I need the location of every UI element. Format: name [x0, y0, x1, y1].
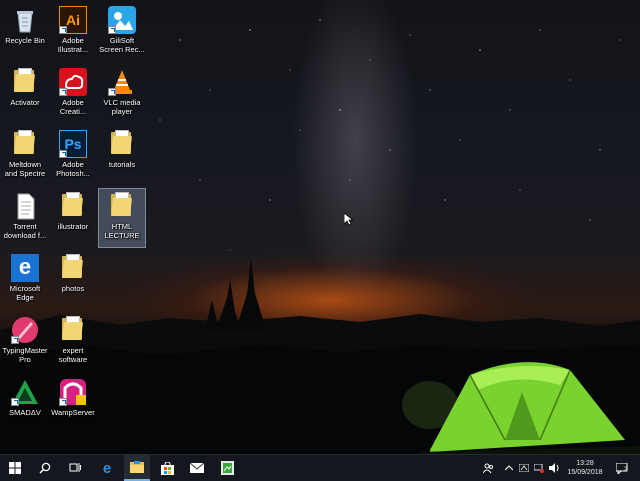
- clock-time: 13:28: [576, 460, 594, 467]
- desktop-icon-photos[interactable]: photos: [50, 251, 96, 309]
- notification-count-badge: 2: [624, 467, 628, 473]
- desktop-icon-adobe-creative-cloud[interactable]: Adobe Creati...: [50, 65, 96, 123]
- folder-icon: [59, 192, 87, 220]
- desktop-icon-illustrator-folder[interactable]: illustrator: [50, 189, 96, 247]
- people-button[interactable]: [479, 455, 497, 481]
- desktop-icon-activator[interactable]: Activator: [2, 65, 48, 123]
- desktop-icon-smadav[interactable]: SMADΔV: [2, 375, 48, 433]
- gilisoft-icon: [108, 6, 136, 34]
- network-icon: [534, 463, 544, 473]
- desktop-icon-label: GiliSoft Screen Rec...: [99, 36, 145, 54]
- desktop-icon-label: Recycle Bin: [5, 36, 45, 45]
- people-icon: [482, 463, 493, 473]
- desktop-icon-label: Adobe Creati...: [59, 98, 87, 116]
- desktop-icon-label: Torrent download f...: [3, 222, 47, 240]
- typingmaster-icon: [11, 316, 39, 344]
- desktop-icon-adobe-photoshop[interactable]: Ps Adobe Photosh...: [50, 127, 96, 185]
- desktop-icon-label: illustrator: [57, 222, 89, 231]
- desktop-icon-torrent-download[interactable]: Torrent download f...: [2, 189, 48, 247]
- desktop-icon-vlc[interactable]: VLC media player: [99, 65, 145, 123]
- edge-icon: e: [11, 254, 39, 282]
- desktop-icon-html-lecture[interactable]: HTML LECTURE: [98, 188, 146, 248]
- desktop-icon-label: expert software: [58, 346, 88, 364]
- start-button[interactable]: [0, 455, 30, 481]
- folder-icon: [59, 316, 87, 344]
- taskbar-app[interactable]: [214, 455, 240, 481]
- desktop-icon-adobe-illustrator[interactable]: Ai Adobe Illustrat...: [50, 3, 96, 61]
- desktop-icon-label: TypingMaster Pro: [2, 346, 48, 364]
- desktop-icon-microsoft-edge[interactable]: e Microsoft Edge: [2, 251, 48, 309]
- desktop-icon-label: tutorials: [108, 160, 136, 169]
- desktop-icon-label: HTML LECTURE: [104, 222, 140, 240]
- edge-icon: e: [102, 459, 112, 477]
- smadav-icon: [11, 378, 39, 406]
- search-button[interactable]: [32, 455, 58, 481]
- network-button[interactable]: [532, 455, 546, 481]
- taskbar-store[interactable]: [154, 455, 180, 481]
- clock-date: 15/09/2018: [567, 469, 603, 476]
- adobe-creative-cloud-icon: [59, 68, 87, 96]
- desktop-icon-meltdown[interactable]: Meltdown and Spectre: [2, 127, 48, 185]
- show-hidden-icons-button[interactable]: [502, 455, 516, 481]
- taskbar-file-explorer[interactable]: [124, 455, 150, 481]
- clock[interactable]: 13:28 15/09/2018: [562, 455, 608, 481]
- document-icon: [11, 192, 39, 220]
- action-center-button[interactable]: 2: [610, 455, 634, 481]
- desktop-icon-label: WampServer: [51, 408, 95, 417]
- desktop-icon-label: Meltdown and Spectre: [4, 160, 46, 178]
- chevron-up-icon: [505, 465, 513, 471]
- tray-app[interactable]: [517, 455, 531, 481]
- folder-icon: [11, 130, 39, 158]
- desktop-icon-label: Adobe Illustrat...: [57, 36, 89, 54]
- adobe-photoshop-icon: Ps: [59, 130, 87, 158]
- desktop-icon-label: VLC media player: [103, 98, 141, 116]
- desktop-icon-label: Activator: [10, 98, 40, 107]
- desktop-icon-wampserver[interactable]: WampServer: [50, 375, 96, 433]
- desktop-icon-expert-software[interactable]: expert software: [50, 313, 96, 371]
- desktop[interactable]: Recycle Bin Activator Meltdown and Spect…: [0, 0, 640, 454]
- desktop-icon-tutorials[interactable]: tutorials: [99, 127, 145, 185]
- windows-start-icon: [9, 462, 21, 474]
- vlc-icon: [108, 68, 136, 96]
- desktop-icon-gilisoft[interactable]: GiliSoft Screen Rec...: [99, 3, 145, 61]
- search-icon: [39, 462, 51, 474]
- desktop-icon-recycle-bin[interactable]: Recycle Bin: [2, 3, 48, 61]
- folder-icon: [11, 68, 39, 96]
- tray-app-icon: [519, 464, 529, 472]
- recycle-bin-icon: [11, 6, 39, 34]
- adobe-illustrator-icon: Ai: [59, 6, 87, 34]
- desktop-icon-label: SMADΔV: [9, 408, 41, 417]
- wampserver-icon: [59, 378, 87, 406]
- task-view-button[interactable]: [62, 455, 88, 481]
- volume-icon: [548, 463, 558, 473]
- task-view-icon: [69, 463, 81, 472]
- mouse-cursor-icon: [344, 213, 353, 226]
- desktop-icon-typingmaster[interactable]: TypingMaster Pro: [2, 313, 48, 371]
- app-icon: [220, 461, 234, 475]
- desktop-icon-label: photos: [61, 284, 85, 293]
- desktop-icon-label: Adobe Photosh...: [56, 160, 90, 178]
- mail-icon: [190, 463, 204, 473]
- taskbar-mail[interactable]: [184, 455, 210, 481]
- volume-button[interactable]: [547, 455, 561, 481]
- folder-icon: [59, 254, 87, 282]
- file-explorer-icon: [130, 461, 144, 473]
- store-icon: [160, 461, 174, 475]
- landscape: [0, 258, 640, 454]
- taskbar-edge[interactable]: e: [94, 455, 120, 481]
- folder-icon: [108, 192, 136, 220]
- taskbar: e 13:28 15/09/2018 2: [0, 454, 640, 481]
- desktop-icon-label: Microsoft Edge: [9, 284, 41, 302]
- folder-icon: [108, 130, 136, 158]
